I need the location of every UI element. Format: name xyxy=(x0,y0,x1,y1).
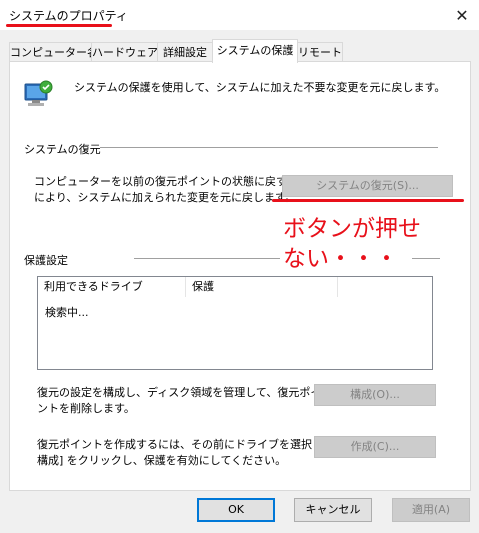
title-bar: システムのプロパティ ✕ xyxy=(0,0,479,30)
title-underline-annotation xyxy=(6,24,112,27)
list-item: 検索中... xyxy=(45,306,89,319)
tab-remote[interactable]: リモート xyxy=(297,42,343,62)
protection-heading: 保護設定 xyxy=(24,254,68,267)
create-text-1: 復元ポイントを作成するには、その前にドライブを選択して [ xyxy=(37,438,342,451)
ok-button[interactable]: OK xyxy=(197,498,275,522)
close-button[interactable]: ✕ xyxy=(448,2,476,28)
column-header-protection[interactable]: 保護 xyxy=(186,277,338,297)
system-restore-button[interactable]: システムの復元(S)... xyxy=(282,175,453,197)
restore-description-2: により、システムに加えられた変更を元に戻します。 xyxy=(34,191,296,204)
tab-hardware[interactable]: ハードウェア xyxy=(91,42,159,62)
configure-text-2: ントを削除します。 xyxy=(37,402,135,415)
protection-divider-right xyxy=(412,258,440,259)
create-text-2: 構成] をクリックし、保護を有効にしてください。 xyxy=(37,454,287,467)
tab-system-protection[interactable]: システムの保護 xyxy=(212,39,298,63)
restore-heading: システムの復元 xyxy=(24,143,101,156)
tab-computer-name[interactable]: コンピューター名 xyxy=(9,42,98,62)
window-title: システムのプロパティ xyxy=(9,9,128,23)
intro-text: システムの保護を使用して、システムに加えた不要な変更を元に戻します。 xyxy=(74,81,446,94)
annotation-line-2: ない・・・ xyxy=(283,246,398,272)
cancel-button[interactable]: キャンセル xyxy=(294,498,372,522)
apply-button[interactable]: 適用(A) xyxy=(392,498,470,522)
restore-description-1: コンピューターを以前の復元ポイントの状態に戻すこと xyxy=(34,175,309,188)
protection-divider-left xyxy=(134,258,280,259)
create-button[interactable]: 作成(C)... xyxy=(314,436,436,458)
tab-advanced[interactable]: 詳細設定 xyxy=(157,42,213,62)
close-icon: ✕ xyxy=(455,5,469,25)
configure-text-1: 復元の設定を構成し、ディスク領域を管理して、復元ポイ xyxy=(37,386,322,399)
system-protection-icon xyxy=(22,78,54,110)
restore-underline-annotation xyxy=(272,199,464,202)
drive-list[interactable]: 利用できるドライブ 保護 検索中... xyxy=(37,276,433,370)
configure-button[interactable]: 構成(O)... xyxy=(314,384,436,406)
annotation-line-1: ボタンが押せ xyxy=(283,216,421,242)
column-header-drive[interactable]: 利用できるドライブ xyxy=(38,277,186,297)
restore-divider xyxy=(100,147,438,148)
